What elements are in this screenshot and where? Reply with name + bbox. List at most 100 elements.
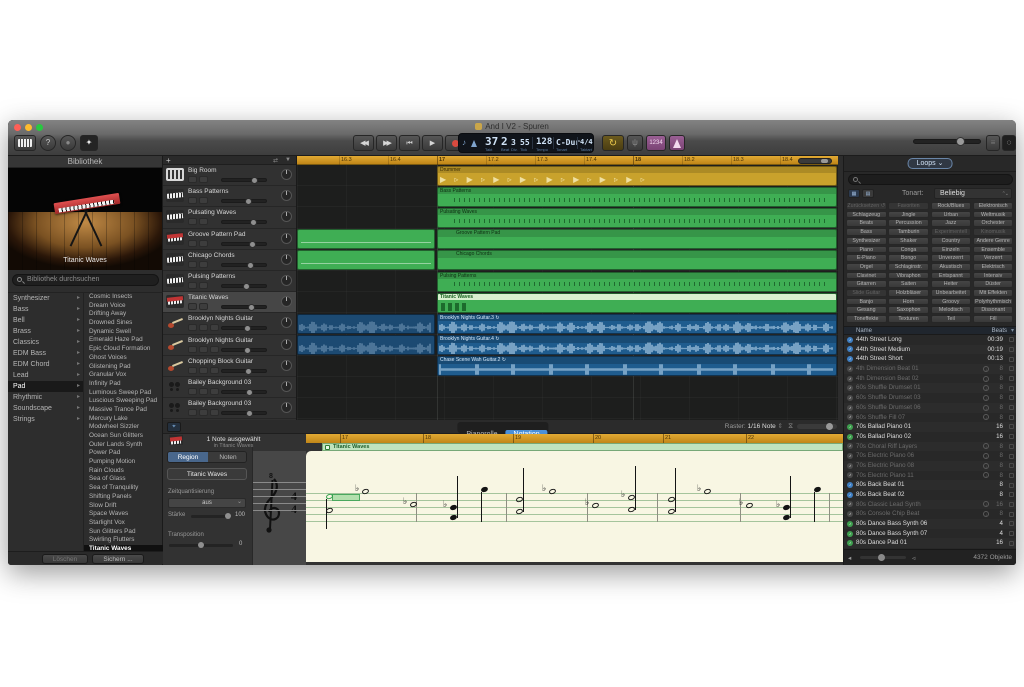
library-patch-emerald-haze-pad[interactable]: Emerald Haze Pad (84, 336, 163, 345)
loop-item-70s-ballad-piano-01[interactable]: ♪70s Ballad Piano 0116 (844, 422, 1016, 432)
loop-keyword-intensiv[interactable]: Intensiv (973, 272, 1014, 280)
library-patch-cosmic-insects[interactable]: Cosmic Insects (84, 293, 163, 302)
loop-keyword-polyrhythmisch[interactable]: Polyrhythmisch (973, 298, 1014, 306)
input-monitor-button[interactable] (210, 346, 219, 353)
pan-knob[interactable] (281, 402, 292, 413)
loop-keyword-gesang[interactable]: Gesang (846, 306, 887, 314)
library-patch-shifting-panels[interactable]: Shifting Panels (84, 493, 163, 502)
loop-keyword-d-ster[interactable]: Düster (973, 280, 1014, 288)
region-segment[interactable] (297, 229, 435, 249)
note[interactable] (548, 488, 556, 495)
loop-keyword-texturen[interactable]: Texturen (888, 315, 929, 323)
loop-item-70s-ballad-piano-02[interactable]: ♪70s Ballad Piano 0216 (844, 432, 1016, 442)
note[interactable] (361, 488, 369, 495)
loop-keyword-akustisch[interactable]: Akustisch (931, 263, 972, 271)
master-volume-slider[interactable] (913, 139, 981, 144)
mute-button[interactable] (188, 303, 197, 310)
pan-knob[interactable] (281, 254, 292, 265)
track-header-big-room-0[interactable]: Big Room (163, 165, 296, 186)
favorite-checkbox[interactable] (1009, 541, 1014, 546)
favorite-checkbox[interactable] (1009, 347, 1014, 352)
loop-keyword-jazz[interactable]: Jazz (931, 219, 972, 227)
arrange-ruler[interactable]: 16.316.41717.217.317.41818.218.318.4 (297, 156, 838, 165)
raster-control[interactable]: Raster: 1/16 Note ⇕ (725, 422, 783, 430)
download-icon[interactable]: ↓ (983, 511, 989, 517)
mute-button[interactable] (188, 324, 197, 331)
favorite-checkbox[interactable] (1009, 337, 1014, 342)
loop-keyword-beats[interactable]: Beats (846, 219, 887, 227)
library-patch-dream-voice[interactable]: Dream Voice (84, 302, 163, 311)
region-segment[interactable] (297, 335, 435, 355)
loop-keyword-gitarren[interactable]: Gitarren (846, 280, 887, 288)
library-category-strings[interactable]: Strings▸ (8, 414, 83, 425)
library-patch-power-pad[interactable]: Power Pad (84, 449, 163, 458)
favorite-checkbox[interactable] (1009, 444, 1014, 449)
track-header-brooklyn-nights-guitar-7[interactable]: Brooklyn Nights Guitar (163, 313, 296, 334)
save-patch-button[interactable]: Sichern ... (92, 554, 144, 564)
go-to-beginning-button[interactable]: ⏮ (399, 135, 420, 151)
loop-keyword-vibraphon[interactable]: Vibraphon (888, 272, 929, 280)
mute-button[interactable] (188, 197, 197, 204)
quantize-select[interactable]: aus (168, 498, 246, 508)
library-patch-drifting-away[interactable]: Drifting Away (84, 310, 163, 319)
track-volume-slider[interactable] (221, 369, 267, 373)
loop-item-80s-console-chip-beat[interactable]: ♪80s Console Chip Beat↓8 (844, 509, 1016, 519)
track-volume-slider[interactable] (221, 178, 267, 182)
library-patch-dynamic-swell[interactable]: Dynamic Swell (84, 328, 163, 337)
loop-keyword-piano[interactable]: Piano (846, 246, 887, 254)
track-volume-slider[interactable] (221, 348, 267, 352)
library-category-rhythmic[interactable]: Rhythmic▸ (8, 392, 83, 403)
loop-browser-button[interactable]: ◌ (1002, 135, 1016, 151)
loop-item-80s-dance-pad-01[interactable]: ♪80s Dance Pad 0116 (844, 538, 1016, 548)
library-patch-infinity-pad[interactable]: Infinity Pad (84, 380, 163, 389)
pan-knob[interactable] (281, 317, 292, 328)
loop-keyword-shaker[interactable]: Shaker (888, 237, 929, 245)
mute-button[interactable] (188, 367, 197, 374)
tab-region[interactable]: Region (168, 452, 208, 463)
loop-keyword-andere-genre[interactable]: Andere Genre (973, 237, 1014, 245)
favorite-checkbox[interactable] (1009, 512, 1014, 517)
favorite-checkbox[interactable] (1009, 473, 1014, 478)
library-search-input[interactable]: Bibliothek durchsuchen (12, 274, 159, 286)
region-brooklyn-nights-guitar-4[interactable]: Brooklyn Nights Guitar.4 ↻ (437, 335, 837, 355)
region-groove-pattern-pad[interactable]: Groove Pattern Pad (437, 229, 837, 249)
track-volume-slider[interactable] (221, 242, 267, 246)
mute-icon[interactable]: ◃ (912, 554, 915, 562)
solo-button[interactable] (199, 197, 208, 204)
mute-button[interactable] (188, 261, 197, 268)
favorite-checkbox[interactable] (1009, 502, 1014, 507)
note[interactable] (745, 502, 753, 509)
loop-item-70s-electric-piano-11[interactable]: ♪70s Electric Piano 11↓8 (844, 471, 1016, 481)
forward-button[interactable]: ▶▶ (376, 135, 397, 151)
favorite-checkbox[interactable] (1009, 521, 1014, 526)
library-category-edm-chord[interactable]: EDM Chord▸ (8, 359, 83, 370)
region-brooklyn-nights-guitar-3[interactable]: Brooklyn Nights Guitar.3 ↻ (437, 314, 837, 334)
track-header-chopping-block-guitar-9[interactable]: Chopping Block Guitar (163, 356, 296, 377)
input-monitor-button[interactable] (210, 409, 219, 416)
notepad-button[interactable]: ≡ (986, 135, 1000, 151)
library-patch-sea-of-tranquility[interactable]: Sea of Tranquility (84, 484, 163, 493)
track-volume-slider[interactable] (221, 220, 267, 224)
count-in-button[interactable]: 1234 (646, 135, 666, 151)
pan-knob[interactable] (281, 190, 292, 201)
track-header-chicago-chords-4[interactable]: Chicago Chords (163, 250, 296, 271)
library-patch-glistening-pad[interactable]: Glistening Pad (84, 363, 163, 372)
loop-keyword-favoriten[interactable]: Favoriten (888, 202, 929, 210)
loop-keyword-bass[interactable]: Bass (846, 228, 887, 236)
library-patch-sea-of-glass[interactable]: Sea of Glass (84, 475, 163, 484)
delete-patch-button[interactable]: Löschen (42, 554, 88, 564)
favorite-checkbox[interactable] (1009, 366, 1014, 371)
track-header-pulsating-waves-2[interactable]: Pulsating Waves (163, 207, 296, 228)
solo-button[interactable] (199, 176, 208, 183)
mute-button[interactable] (188, 176, 197, 183)
region-segment[interactable] (297, 314, 435, 334)
loop-item-80s-back-beat-02[interactable]: ♪80s Back Beat 028 (844, 490, 1016, 500)
library-patch-rain-clouds[interactable]: Rain Clouds (84, 467, 163, 476)
region-pulsing-patterns[interactable]: Pulsing Patterns (437, 272, 837, 292)
download-icon[interactable]: ↓ (983, 443, 989, 449)
download-icon[interactable]: ↓ (983, 414, 989, 420)
download-icon[interactable]: ↓ (983, 501, 989, 507)
favorite-checkbox[interactable] (1009, 454, 1014, 459)
mute-button[interactable] (188, 240, 197, 247)
loop-item-70s-electric-piano-06[interactable]: ♪70s Electric Piano 06↓8 (844, 451, 1016, 461)
